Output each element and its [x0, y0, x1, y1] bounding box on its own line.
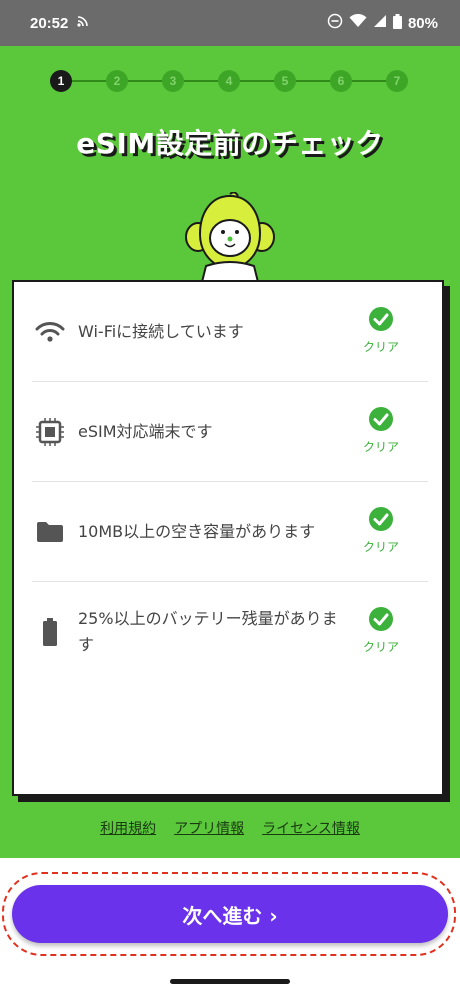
- check-status-label: クリア: [362, 540, 399, 554]
- check-status-label: クリア: [362, 440, 399, 454]
- check-circle-icon: [369, 607, 393, 631]
- chip-icon: [32, 414, 68, 450]
- check-circle-icon: [369, 307, 393, 331]
- step-3: 3: [162, 70, 184, 92]
- battery-percent: 80%: [407, 14, 438, 32]
- step-5: 5: [274, 70, 296, 92]
- check-item-wifi: Wi-Fiに接続しています クリア: [32, 282, 428, 382]
- signal-icon: [373, 14, 387, 32]
- page-title: eSIM設定前のチェック: [76, 127, 384, 160]
- check-item-storage: 10MB以上の空き容量があります クリア: [32, 482, 428, 582]
- check-item-battery: 25%以上のバッテリー残量があります クリア: [32, 582, 428, 682]
- battery-icon: [32, 614, 68, 650]
- footer-links: 利用規約 アプリ情報 ライセンス情報: [0, 818, 460, 838]
- check-status: クリア: [356, 406, 406, 455]
- check-status-label: クリア: [362, 640, 399, 654]
- check-circle-icon: [369, 507, 393, 531]
- step-1: 1: [50, 70, 72, 92]
- check-circle-icon: [369, 407, 393, 431]
- checklist-card: Wi-Fiに接続しています クリア eSIM対応端末です クリア 10MB以上の…: [12, 280, 444, 796]
- check-item-text: Wi-Fiに接続しています: [78, 322, 244, 341]
- check-item-text: 25%以上のバッテリー残量があります: [78, 609, 338, 654]
- terms-link[interactable]: 利用規約: [100, 818, 156, 838]
- dnd-icon: [327, 13, 343, 33]
- battery-status-icon: [392, 13, 402, 33]
- folder-icon: [32, 514, 68, 550]
- mascot-illustration: [180, 191, 280, 283]
- step-6: 6: [330, 70, 352, 92]
- check-status: クリア: [356, 506, 406, 555]
- check-status-label: クリア: [362, 340, 399, 354]
- check-item-text: 10MB以上の空き容量があります: [78, 522, 316, 541]
- license-link[interactable]: ライセンス情報: [262, 818, 360, 838]
- step-4: 4: [218, 70, 240, 92]
- wifi-status-icon: [349, 13, 367, 32]
- check-status: クリア: [356, 306, 406, 355]
- cast-icon: [76, 14, 90, 32]
- check-item-text: eSIM対応端末です: [78, 422, 213, 441]
- next-button[interactable]: 次へ進む ›: [12, 885, 448, 943]
- wifi-icon: [32, 314, 68, 350]
- check-item-esim: eSIM対応端末です クリア: [32, 382, 428, 482]
- gesture-nav-handle[interactable]: [170, 979, 290, 984]
- status-bar: 20:52 80%: [0, 0, 460, 46]
- step-2: 2: [106, 70, 128, 92]
- app-info-link[interactable]: アプリ情報: [174, 818, 244, 838]
- step-7: 7: [386, 70, 408, 92]
- check-status: クリア: [356, 606, 406, 655]
- step-indicator: 1 2 3 4 5 6 7: [50, 70, 410, 92]
- status-time: 20:52: [30, 14, 69, 32]
